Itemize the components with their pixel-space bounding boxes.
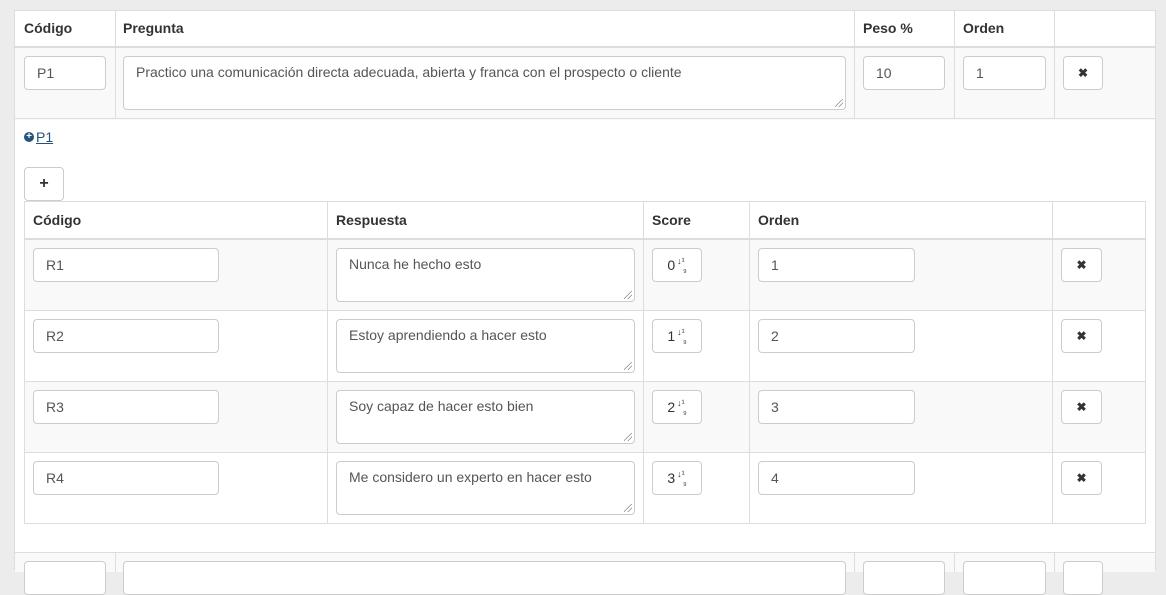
delete-question-button[interactable]: ✖	[1063, 56, 1103, 90]
sort-numeric-icon: ↓¹ ₉	[677, 398, 687, 416]
answer-text: Nunca he hecho esto	[349, 256, 482, 272]
add-answer-button[interactable]: +	[24, 167, 64, 201]
question-text-area[interactable]: Practico una comunicación directa adecua…	[123, 56, 846, 110]
answer-text-area[interactable]: Me considero un experto en hacer esto	[336, 461, 635, 515]
col-divider	[1054, 552, 1055, 572]
sort-numeric-icon: ↓¹ ₉	[677, 469, 687, 487]
close-icon: ✖	[1076, 400, 1087, 414]
score-sort-button[interactable]: 2 ↓¹ ₉	[652, 390, 702, 424]
delete-answer-button[interactable]: ✖	[1061, 390, 1102, 424]
answer-order-input[interactable]: 1	[758, 248, 915, 282]
header-order: Orden	[963, 20, 1005, 36]
col-divider	[115, 552, 116, 572]
resize-grip-icon[interactable]	[624, 433, 632, 441]
delete-answer-button[interactable]: ✖	[1061, 248, 1102, 282]
col-divider	[1052, 202, 1053, 523]
resize-grip-icon[interactable]	[624, 362, 632, 370]
col-divider	[954, 552, 955, 572]
col-divider	[749, 202, 750, 523]
row-border	[25, 452, 1145, 453]
col-divider	[854, 552, 855, 572]
header-border	[15, 46, 1155, 48]
col-divider	[854, 10, 855, 119]
plus-circle-icon: +	[24, 132, 34, 142]
score-value: 1	[667, 328, 676, 344]
answers-header-code: Código	[33, 212, 82, 228]
col-divider	[954, 10, 955, 119]
score-value: 0	[667, 257, 676, 273]
resize-grip-icon[interactable]	[835, 99, 843, 107]
row-border	[25, 310, 1145, 311]
row-border	[15, 118, 1155, 119]
close-icon: ✖	[1076, 471, 1087, 485]
answer-order-input[interactable]: 3	[758, 390, 915, 424]
score-sort-button[interactable]: 1 ↓¹ ₉	[652, 319, 702, 353]
score-value: 2	[667, 399, 676, 415]
question-text: Practico una comunicación directa adecua…	[136, 64, 682, 80]
answer-text-area[interactable]: Nunca he hecho esto	[336, 248, 635, 302]
next-delete-question-button[interactable]	[1063, 561, 1103, 595]
next-question-weight-input[interactable]	[863, 561, 945, 595]
score-sort-button[interactable]: 0 ↓¹ ₉	[652, 248, 702, 282]
delete-answer-button[interactable]: ✖	[1061, 461, 1102, 495]
col-divider	[327, 202, 328, 523]
resize-grip-icon[interactable]	[624, 504, 632, 512]
next-question-text-area[interactable]	[123, 561, 846, 595]
next-question-order-input[interactable]	[963, 561, 1046, 595]
next-question-code-input[interactable]	[24, 561, 106, 595]
header-question: Pregunta	[123, 20, 184, 36]
delete-answer-button[interactable]: ✖	[1061, 319, 1102, 353]
toggle-label: P1	[36, 129, 54, 145]
sort-numeric-icon: ↓¹ ₉	[677, 256, 687, 274]
question-order-input[interactable]: 1	[963, 56, 1046, 90]
score-value: 3	[667, 470, 676, 486]
answer-text-area[interactable]: Soy capaz de hacer esto bien	[336, 390, 635, 444]
header-weight: Peso %	[863, 20, 913, 36]
score-sort-button[interactable]: 3 ↓¹ ₉	[652, 461, 702, 495]
answer-code-input[interactable]: R4	[33, 461, 219, 495]
answer-text: Estoy aprendiendo a hacer esto	[349, 327, 547, 343]
sort-numeric-icon: ↓¹ ₉	[677, 327, 687, 345]
close-icon: ✖	[1076, 258, 1087, 272]
table-top-border	[15, 10, 1155, 11]
col-divider	[1054, 10, 1055, 119]
close-icon: ✖	[1076, 329, 1087, 343]
close-icon: ✖	[1077, 66, 1089, 80]
question-weight-input[interactable]: 10	[863, 56, 945, 90]
answer-text: Me considero un experto en hacer esto	[349, 469, 592, 485]
question-panel: Código Pregunta Peso % Orden P1 Practico…	[14, 10, 1156, 595]
answer-code-input[interactable]: R1	[33, 248, 219, 282]
header-code: Código	[24, 20, 73, 36]
answer-code-input[interactable]: R2	[33, 319, 219, 353]
collapse-toggle[interactable]: + P1	[24, 129, 53, 145]
answer-order-input[interactable]: 2	[758, 319, 915, 353]
answers-header-answer: Respuesta	[336, 212, 407, 228]
col-divider	[643, 202, 644, 523]
question-code-input[interactable]: P1	[24, 56, 106, 90]
answer-order-input[interactable]: 4	[758, 461, 915, 495]
plus-icon: +	[39, 175, 49, 192]
answer-text-area[interactable]: Estoy aprendiendo a hacer esto	[336, 319, 635, 373]
answers-header-border	[25, 238, 1145, 240]
answers-header-score: Score	[652, 212, 691, 228]
resize-grip-icon[interactable]	[624, 291, 632, 299]
answer-code-input[interactable]: R3	[33, 390, 219, 424]
answer-text: Soy capaz de hacer esto bien	[349, 398, 534, 414]
col-divider	[115, 10, 116, 119]
row-border	[25, 381, 1145, 382]
row-border	[15, 552, 1155, 553]
answers-header-order: Orden	[758, 212, 800, 228]
